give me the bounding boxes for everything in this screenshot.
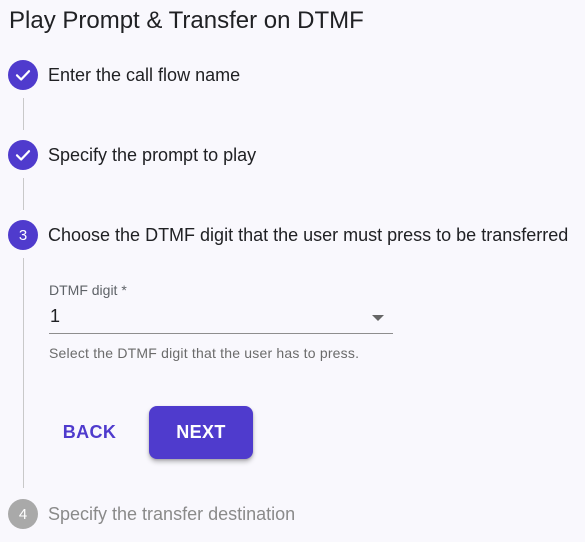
dtmf-digit-helper-text: Select the DTMF digit that the user has … <box>49 345 360 361</box>
page-title: Play Prompt & Transfer on DTMF <box>9 7 364 34</box>
dtmf-digit-label: DTMF digit * <box>49 282 127 298</box>
dtmf-digit-value: 1 <box>50 306 61 326</box>
back-button[interactable]: BACK <box>49 407 130 457</box>
step-3-number-badge: 3 <box>8 220 38 250</box>
dtmf-digit-select[interactable]: 1 <box>49 302 393 334</box>
step-2-complete-icon <box>8 140 38 170</box>
step-3-content-line <box>23 258 24 488</box>
step-4-number-badge: 4 <box>8 499 38 529</box>
step-3-label: Choose the DTMF digit that the user must… <box>48 225 569 245</box>
step-4-label: Specify the transfer destination <box>48 504 296 524</box>
step-connector <box>23 178 24 210</box>
check-icon <box>15 150 31 161</box>
next-button[interactable]: NEXT <box>149 406 253 459</box>
step-2-label[interactable]: Specify the prompt to play <box>48 143 256 167</box>
dropdown-arrow-icon <box>372 315 384 321</box>
step-1-complete-icon <box>8 60 38 90</box>
step-1-label[interactable]: Enter the call flow name <box>48 63 240 87</box>
check-icon <box>15 70 31 81</box>
step-connector <box>23 98 24 130</box>
